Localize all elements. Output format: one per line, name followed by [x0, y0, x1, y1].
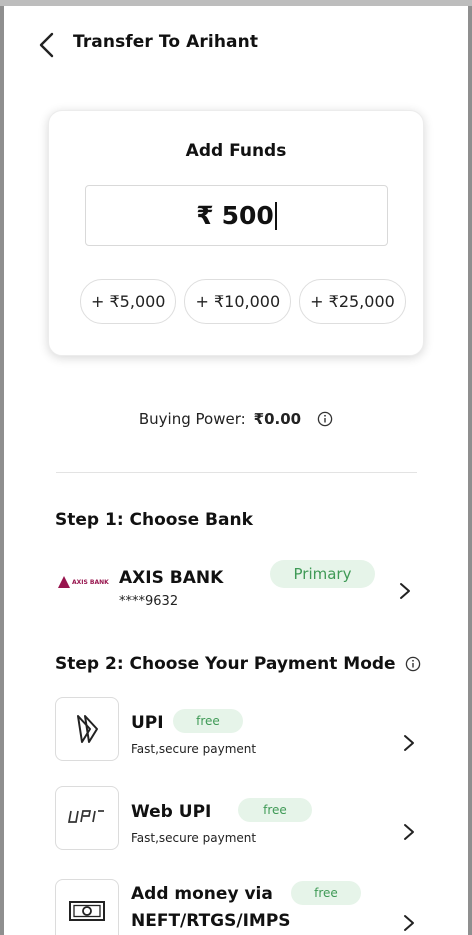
amount-value: 500 [221, 201, 274, 230]
info-icon[interactable] [317, 411, 333, 427]
payment-mode-neft[interactable]: Add money via NEFT/RTGS/IMPS free [55, 879, 415, 935]
back-arrow-icon[interactable] [36, 30, 58, 60]
quick-add-10000-button[interactable]: + ₹10,000 [184, 279, 292, 324]
payment-mode-subtitle: Fast,secure payment [131, 742, 257, 756]
free-badge: free [291, 881, 361, 905]
chevron-right-icon [404, 915, 414, 931]
chevron-right-icon [404, 824, 414, 840]
axis-bank-logo: AXIS BANK [58, 576, 109, 588]
free-badge: free [238, 798, 312, 822]
quick-add-chips: + ₹5,000 + ₹10,000 + ₹25,000 [80, 279, 406, 324]
buying-power-value: ₹0.00 [253, 410, 302, 428]
quick-add-25000-button[interactable]: + ₹25,000 [299, 279, 406, 324]
step1-title: Step 1: Choose Bank [55, 510, 253, 530]
buying-power: Buying Power: ₹0.00 [4, 410, 468, 428]
primary-badge: Primary [270, 560, 375, 588]
banknote-icon [55, 879, 119, 935]
payment-mode-name: Add money via [131, 884, 273, 904]
bank-name: AXIS BANK [119, 568, 224, 588]
add-funds-title: Add Funds [185, 141, 287, 161]
chevron-right-icon [400, 583, 410, 599]
page-title: Transfer To Arihant [73, 32, 259, 52]
step2-title: Step 2: Choose Your Payment Mode [55, 654, 396, 674]
upi-arrow-icon [55, 697, 119, 761]
payment-mode-name: UPI [131, 713, 164, 733]
step2-title-row: Step 2: Choose Your Payment Mode [55, 654, 421, 674]
header: Transfer To Arihant [4, 24, 468, 64]
app-screen: Transfer To Arihant Add Funds ₹ 500 + ₹5… [4, 6, 468, 935]
text-caret [274, 201, 277, 230]
payment-mode-upi[interactable]: UPI free Fast,secure payment [55, 697, 415, 763]
payment-mode-subtitle: Fast,secure payment [131, 831, 257, 845]
info-icon[interactable] [405, 656, 421, 672]
bank-row-axis[interactable]: AXIS BANK AXIS BANK ****9632 Primary [55, 560, 415, 610]
amount-input[interactable]: ₹ 500 [85, 185, 388, 246]
divider [56, 472, 417, 473]
upi-logo-icon [55, 786, 119, 850]
chevron-right-icon [404, 735, 414, 751]
payment-mode-web-upi[interactable]: Web UPI free Fast,secure payment [55, 786, 415, 852]
bank-account-number: ****9632 [119, 594, 179, 609]
currency-symbol: ₹ [196, 201, 214, 230]
buying-power-label: Buying Power: [138, 410, 246, 428]
free-badge: free [173, 709, 243, 733]
payment-mode-name: Web UPI [131, 802, 212, 822]
quick-add-5000-button[interactable]: + ₹5,000 [80, 279, 177, 324]
add-funds-card: Add Funds ₹ 500 + ₹5,000 + ₹10,000 + ₹25… [48, 110, 424, 356]
payment-mode-name-line2: NEFT/RTGS/IMPS [131, 911, 291, 931]
